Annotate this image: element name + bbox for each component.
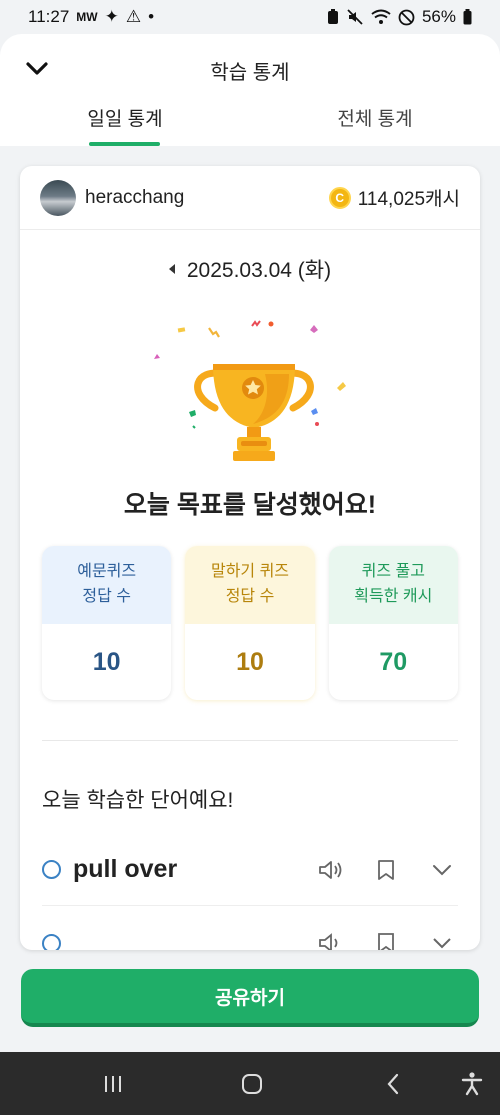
- stat-label-line2: 정답 수: [82, 588, 131, 605]
- list-item[interactable]: pull over: [42, 834, 458, 906]
- tab-daily-stats[interactable]: 일일 통계: [0, 96, 250, 146]
- user-info: heracchang: [40, 179, 185, 216]
- page-title: 학습 통계: [210, 62, 290, 84]
- word-actions: [316, 929, 458, 950]
- bookmark-icon[interactable]: [372, 856, 400, 884]
- sparkle-icon: ✦: [104, 7, 119, 26]
- stat-value: 10: [92, 647, 121, 676]
- stat-label-line2: 획득한 캐시: [354, 588, 433, 605]
- word-status-ring-icon: [42, 860, 61, 879]
- wifi-icon: [371, 9, 391, 24]
- prev-date-arrow-icon[interactable]: [168, 264, 175, 274]
- chevron-down-icon[interactable]: [428, 856, 456, 884]
- divider: [42, 740, 458, 741]
- words-section-title: 오늘 학습한 단어예요!: [42, 789, 234, 812]
- cash-balance: C 114,025캐시: [328, 184, 460, 211]
- accessibility-icon[interactable]: [459, 1070, 485, 1098]
- word-text: pull over: [73, 855, 178, 883]
- list-item[interactable]: [42, 907, 458, 950]
- cash-amount: 114,025캐시: [357, 189, 460, 210]
- avatar: [40, 179, 76, 216]
- stat-label-line1: 말하기 퀴즈: [210, 563, 290, 581]
- stat-label: 말하기 퀴즈정답 수: [185, 546, 315, 624]
- coin-icon: C: [328, 186, 351, 209]
- bookmark-icon[interactable]: [372, 929, 400, 950]
- speaker-icon[interactable]: [316, 929, 344, 950]
- alert-icon: ⚠: [125, 7, 142, 26]
- user-row: heracchang C 114,025캐시: [20, 166, 480, 230]
- battery-icon: [463, 9, 472, 25]
- stat-label-line1: 퀴즈 풀고: [361, 563, 425, 581]
- stat-earned-cash: 퀴즈 풀고획득한 캐시 70: [328, 546, 458, 700]
- home-icon[interactable]: [239, 1070, 265, 1098]
- stat-value: 70: [379, 647, 408, 676]
- word-actions: [316, 856, 458, 884]
- chevron-down-icon[interactable]: [428, 929, 456, 950]
- tab-bar: 일일 통계 전체 통계: [0, 96, 500, 146]
- stat-label-line2: 정답 수: [225, 588, 275, 605]
- status-time: 11:27: [28, 7, 70, 26]
- recent-apps-icon[interactable]: [100, 1070, 126, 1098]
- mute-icon: [347, 9, 363, 25]
- status-bar: 11:27 MW ✦ ⚠ • 56%: [0, 0, 500, 34]
- stats-card: heracchang C 114,025캐시 2025.03.04 (화) 오늘…: [20, 166, 480, 950]
- stat-label-line1: 예문퀴즈: [77, 563, 137, 581]
- battery-percent: 56%: [421, 7, 456, 26]
- trophy-icon: [154, 320, 346, 461]
- share-button[interactable]: 공유하기: [21, 969, 479, 1027]
- stat-label: 예문퀴즈정답 수: [42, 546, 172, 624]
- date-text: 2025.03.04 (화): [186, 259, 332, 282]
- battery-saver-icon: [327, 9, 338, 24]
- tab-total-stats[interactable]: 전체 통계: [250, 96, 500, 146]
- status-left: 11:27 MW ✦ ⚠ •: [28, 7, 154, 27]
- stat-value: 10: [236, 647, 264, 676]
- goal-message: 오늘 목표를 달성했어요!: [123, 491, 377, 519]
- username: heracchang: [85, 186, 185, 208]
- date-selector: 2025.03.04 (화): [20, 254, 480, 284]
- status-right: 56%: [327, 7, 472, 27]
- mw-icon: MW: [76, 10, 98, 24]
- system-nav-bar: [0, 1052, 500, 1115]
- back-nav-icon[interactable]: [381, 1070, 405, 1098]
- word-status-ring-icon: [42, 933, 61, 950]
- stat-speaking-quiz: 말하기 퀴즈정답 수 10: [185, 546, 315, 700]
- stats-row: 예문퀴즈정답 수 10 말하기 퀴즈정답 수 10 퀴즈 풀고획득한 캐시 70: [42, 546, 458, 700]
- speaker-icon[interactable]: [316, 856, 344, 884]
- dot-icon: •: [148, 7, 155, 26]
- stat-example-quiz: 예문퀴즈정답 수 10: [42, 546, 172, 700]
- header: 학습 통계 일일 통계 전체 통계: [0, 34, 500, 146]
- stat-label: 퀴즈 풀고획득한 캐시: [328, 546, 458, 624]
- dnd-icon: [398, 9, 415, 25]
